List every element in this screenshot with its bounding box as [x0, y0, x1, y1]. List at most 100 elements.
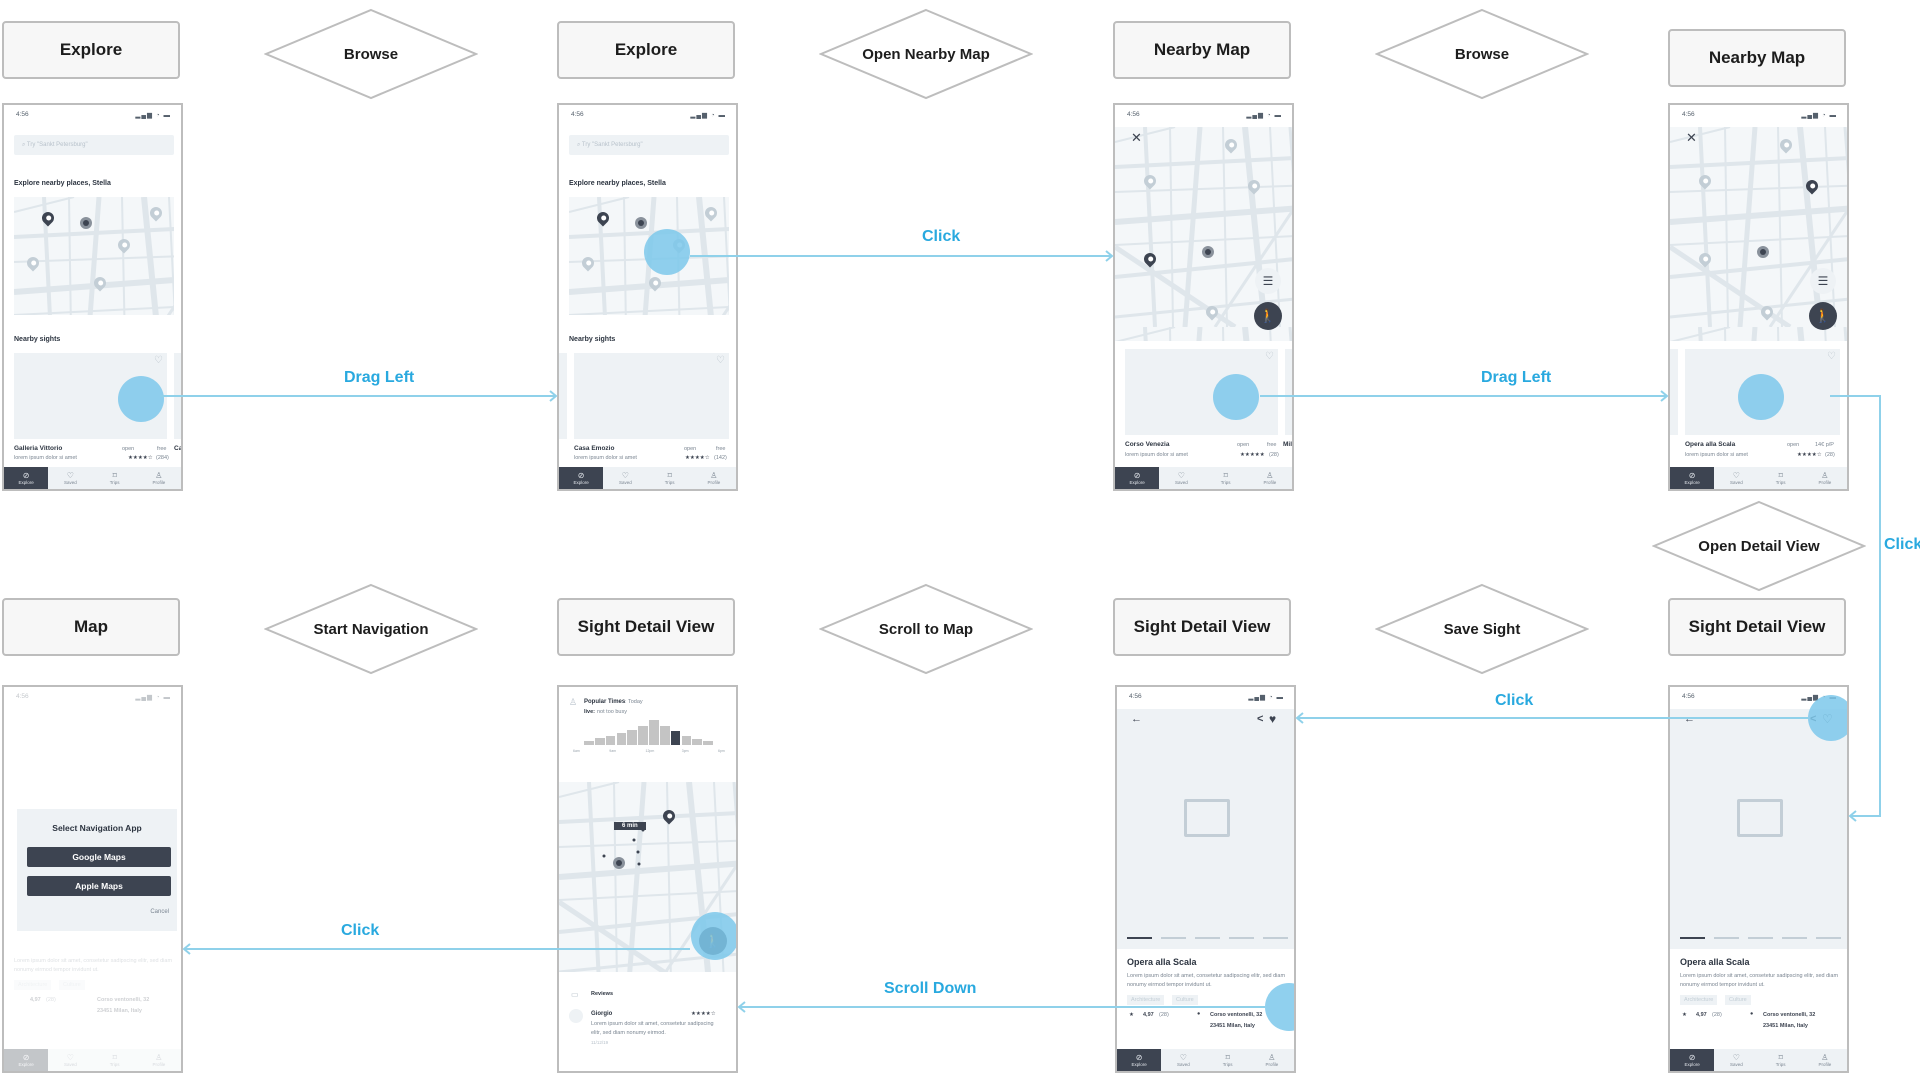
tab-profile[interactable]: ♙ Profile: [692, 467, 736, 489]
tag-culture[interactable]: Culture: [1725, 995, 1751, 1005]
tab-saved[interactable]: ♡ Saved: [1714, 467, 1758, 489]
tab-profile[interactable]: ♙ Profile: [137, 467, 181, 489]
search-input[interactable]: ⌕ Try "Sankt Petersburg": [569, 135, 729, 155]
tab-explore[interactable]: ⊘ Explore: [1670, 467, 1715, 489]
heart-icon[interactable]: ♡: [716, 355, 725, 366]
arrow-head: [737, 1001, 746, 1013]
back-arrow-icon[interactable]: ←: [1131, 713, 1142, 725]
bookmark-icon: ⌑: [667, 471, 672, 480]
search-input[interactable]: ⌕ Try "Sankt Petersburg": [14, 135, 174, 155]
screen-label-nearby-map-2: Nearby Map: [1668, 29, 1846, 87]
tag-culture[interactable]: Culture: [1172, 995, 1198, 1005]
status-icons: ▂▄▆ ◔ ▬: [1246, 112, 1282, 119]
gallery-pagination[interactable]: [1127, 937, 1288, 939]
status-icons: ▂▄▆ ◔ ▬: [690, 112, 726, 119]
image-gallery[interactable]: ← < ♡: [1670, 709, 1847, 949]
image-gallery[interactable]: ← < ♥: [1117, 709, 1294, 949]
heart-icon: ♡: [66, 471, 74, 480]
sight-desc: lorem ipsum dolor si amet: [574, 455, 637, 461]
tab-trips[interactable]: ⌑ Trips: [1204, 467, 1248, 489]
tab-saved[interactable]: ♡ Saved: [48, 1049, 92, 1071]
tab-explore[interactable]: ⊘ Explore: [1670, 1049, 1715, 1071]
cancel-button[interactable]: Cancel: [150, 909, 169, 915]
heart-icon[interactable]: ♡: [154, 355, 163, 366]
filter-button[interactable]: ☰: [1810, 268, 1836, 294]
tab-profile[interactable]: ♙ Profile: [137, 1049, 181, 1071]
tab-explore[interactable]: ⊘ Explore: [4, 467, 49, 489]
tab-trips[interactable]: ⌑ Trips: [648, 467, 692, 489]
tab-saved[interactable]: ♡ Saved: [1714, 1049, 1758, 1071]
mini-map[interactable]: [14, 197, 174, 315]
nearby-heading: Nearby sights: [14, 336, 61, 343]
close-icon[interactable]: ✕: [1686, 130, 1697, 146]
tab-explore[interactable]: ⊘ Explore: [4, 1049, 49, 1071]
sight-name: Casa Emozio: [574, 445, 615, 452]
tab-bar: ⊘ Explore ♡ Saved ⌑ Trips ♙ Profile: [4, 467, 181, 489]
tab-saved[interactable]: ♡ Saved: [48, 467, 92, 489]
sight-desc: lorem ipsum dolor si amet: [1685, 452, 1748, 458]
decision-save-sight: Save Sight: [1375, 583, 1589, 675]
sight-name: Corso Venezia: [1125, 441, 1170, 448]
reviewer-name: Giorgio: [591, 1011, 613, 1017]
screen-label-sight-detail-3: Sight Detail View: [557, 598, 735, 656]
tab-profile[interactable]: ♙ Profile: [1250, 1049, 1294, 1071]
tab-profile[interactable]: ♙ Profile: [1248, 467, 1292, 489]
location-pin-icon: ●: [1750, 1011, 1754, 1017]
walk-button[interactable]: 🚶: [1809, 302, 1837, 330]
status-bar: 4:56▂▄▆ ◔ ▬: [1129, 693, 1284, 701]
address-line-1[interactable]: Corso ventonelli, 32: [1210, 1012, 1262, 1018]
tab-trips[interactable]: ⌑ Trips: [1759, 467, 1803, 489]
sight-card-prev[interactable]: [1670, 349, 1678, 435]
popular-times-tick: 6pm: [718, 749, 725, 753]
tab-saved[interactable]: ♡ Saved: [603, 467, 647, 489]
tab-trips[interactable]: ⌑ Trips: [1206, 1049, 1250, 1071]
tab-trips[interactable]: ⌑ Trips: [93, 1049, 137, 1071]
tab-saved[interactable]: ♡ Saved: [1159, 467, 1203, 489]
walk-button[interactable]: 🚶: [1254, 302, 1282, 330]
heart-icon[interactable]: ♡: [1265, 351, 1274, 362]
tab-bar: ⊘ Explore ♡ Saved ⌑ Trips ♙ Profile: [1670, 1049, 1847, 1071]
gallery-pagination[interactable]: [1680, 937, 1841, 939]
tab-trips[interactable]: ⌑ Trips: [93, 467, 137, 489]
sight-card[interactable]: ♡: [574, 353, 729, 439]
sight-status: open: [1787, 442, 1800, 448]
share-icon[interactable]: <: [1257, 713, 1263, 725]
sight-card-next[interactable]: [174, 353, 181, 439]
tab-explore[interactable]: ⊘ Explore: [559, 467, 604, 489]
tab-profile[interactable]: ♙ Profile: [1803, 1049, 1847, 1071]
sight-card-prev[interactable]: [559, 353, 567, 439]
compass-icon: ⊘: [22, 1053, 30, 1062]
full-map[interactable]: ✕ ☰ 🚶: [1115, 127, 1292, 341]
full-map[interactable]: ✕ ☰ 🚶: [1670, 127, 1847, 341]
compass-icon: ⊘: [1133, 471, 1141, 480]
decision-browse-2: Browse: [1375, 8, 1589, 100]
address-line-1[interactable]: Corso ventonelli, 32: [1763, 1012, 1815, 1018]
sliders-icon: ☰: [1817, 274, 1829, 288]
tab-explore[interactable]: ⊘ Explore: [1115, 467, 1160, 489]
sight-status: open: [1237, 442, 1250, 448]
close-icon[interactable]: ✕: [1131, 130, 1142, 146]
address-line-2[interactable]: 23451 Milan, Italy: [1763, 1023, 1808, 1029]
walking-person-icon: 🚶: [1814, 308, 1832, 323]
walking-person-icon: 🚶: [1259, 308, 1277, 323]
google-maps-button[interactable]: Google Maps: [27, 847, 171, 867]
tag-architecture[interactable]: Architecture: [1680, 995, 1718, 1005]
heart-filled-icon[interactable]: ♥: [1269, 712, 1276, 726]
tag-architecture[interactable]: Architecture: [1127, 995, 1165, 1005]
tab-explore[interactable]: ⊘ Explore: [1117, 1049, 1162, 1071]
sight-card-next[interactable]: [1285, 349, 1292, 435]
popular-times-axis: 6am 9am 12pm 3pm 6pm: [573, 749, 725, 755]
tab-profile[interactable]: ♙ Profile: [1803, 467, 1847, 489]
address-line-2[interactable]: 23451 Milan, Italy: [1210, 1023, 1255, 1029]
screen-label-map: Map: [2, 598, 180, 656]
filter-button[interactable]: ☰: [1255, 268, 1281, 294]
heart-icon[interactable]: ♡: [1827, 351, 1836, 362]
back-arrow-icon[interactable]: ←: [1684, 713, 1695, 725]
rating-value: 4,97: [1696, 1012, 1707, 1018]
mini-map[interactable]: [569, 197, 729, 315]
tab-saved[interactable]: ♡ Saved: [1161, 1049, 1205, 1071]
tab-trips[interactable]: ⌑ Trips: [1759, 1049, 1803, 1071]
sight-status: open: [122, 446, 135, 452]
bookmark-icon: ⌑: [1778, 1053, 1783, 1062]
apple-maps-button[interactable]: Apple Maps: [27, 876, 171, 896]
